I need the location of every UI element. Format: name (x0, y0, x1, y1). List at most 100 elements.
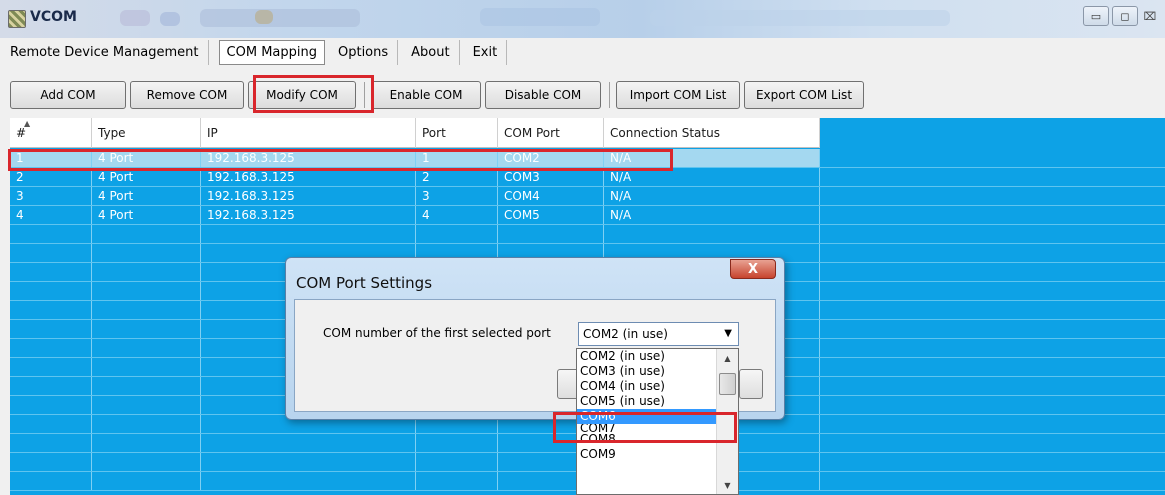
com-number-select[interactable]: COM2 (in use) ▼ (578, 322, 739, 346)
cell-connection-status: N/A (604, 168, 820, 186)
empty-cell (604, 225, 820, 243)
import-com-list-button[interactable]: Import COM List (616, 81, 740, 109)
empty-cell (416, 472, 498, 490)
empty-cell (10, 377, 92, 395)
title-bar: VCOM ▭ ◻ ⌧ (0, 0, 1165, 38)
com-number-label: COM number of the first selected port (323, 326, 551, 340)
menu-bar: Remote Device Management COM Mapping Opt… (0, 38, 511, 67)
cell-ip: 192.168.3.125 (201, 206, 416, 224)
empty-cell (820, 282, 1165, 300)
dropdown-option[interactable]: COM2 (in use) (577, 349, 716, 364)
cell-com-port: COM3 (498, 168, 604, 186)
table-row[interactable]: 4 4 Port 192.168.3.125 4 COM5 N/A (10, 206, 1165, 225)
sort-ascending-icon: ▲ (24, 119, 31, 128)
empty-cell (820, 396, 1165, 414)
modify-com-button[interactable]: Modify COM (248, 81, 356, 109)
table-row[interactable]: 3 4 Port 192.168.3.125 3 COM4 N/A (10, 187, 1165, 206)
cell-number: 4 (10, 206, 92, 224)
empty-cell (10, 282, 92, 300)
dropdown-option[interactable]: COM4 (in use) (577, 379, 716, 394)
empty-cell (201, 453, 416, 471)
column-header-ip[interactable]: IP (201, 118, 416, 148)
window-title: VCOM (30, 9, 77, 25)
empty-cell (820, 358, 1165, 376)
dropdown-option[interactable]: COM7 (577, 424, 716, 432)
enable-com-button[interactable]: Enable COM (371, 81, 481, 109)
empty-cell (10, 472, 92, 490)
empty-cell (820, 377, 1165, 395)
empty-cell (92, 415, 201, 433)
cell-com-port: COM5 (498, 206, 604, 224)
dialog-close-button[interactable]: X (730, 259, 776, 279)
empty-cell (92, 396, 201, 414)
empty-cell (820, 472, 1165, 490)
empty-cell (10, 415, 92, 433)
column-header-com-port[interactable]: COM Port (498, 118, 604, 148)
empty-cell (10, 225, 92, 243)
dialog-cancel-button[interactable] (739, 369, 763, 399)
app-icon (8, 10, 26, 28)
cell-type: 4 Port (92, 149, 201, 167)
empty-cell (92, 472, 201, 490)
empty-cell (10, 434, 92, 452)
empty-cell (10, 263, 92, 281)
cell-number: 2 (10, 168, 92, 186)
menu-about[interactable]: About (402, 40, 460, 65)
empty-cell (820, 434, 1165, 452)
cell-port: 1 (416, 149, 498, 167)
scroll-up-arrow-icon[interactable]: ▲ (717, 351, 738, 365)
column-header-connection-status[interactable]: Connection Status (604, 118, 820, 148)
add-com-button[interactable]: Add COM (10, 81, 126, 109)
dropdown-option[interactable]: COM9 (577, 447, 716, 462)
export-com-list-button[interactable]: Export COM List (744, 81, 864, 109)
table-row[interactable]: 2 4 Port 192.168.3.125 2 COM3 N/A (10, 168, 1165, 187)
empty-cell (10, 320, 92, 338)
minimize-button[interactable]: ▭ (1083, 6, 1109, 26)
chevron-down-icon: ▼ (724, 328, 732, 339)
scrollbar-thumb[interactable] (719, 373, 736, 395)
com-number-dropdown-list[interactable]: COM2 (in use) COM3 (in use) COM4 (in use… (576, 348, 739, 495)
empty-cell (92, 244, 201, 262)
remove-com-button[interactable]: Remove COM (130, 81, 244, 109)
menu-com-mapping[interactable]: COM Mapping (218, 40, 325, 65)
column-header-port[interactable]: Port (416, 118, 498, 148)
dropdown-option[interactable]: COM3 (in use) (577, 364, 716, 379)
dialog-title: COM Port Settings (296, 274, 433, 292)
dropdown-option[interactable]: COM5 (in use) (577, 394, 716, 409)
cell-number: 1 (10, 149, 92, 167)
empty-cell (201, 472, 416, 490)
table-row[interactable]: 1 4 Port 192.168.3.125 1 COM2 N/A (10, 149, 1165, 168)
empty-cell (92, 225, 201, 243)
dropdown-scrollbar[interactable]: ▲ ▼ (716, 349, 738, 494)
disable-com-button[interactable]: Disable COM (485, 81, 601, 109)
empty-cell (10, 396, 92, 414)
cell-type: 4 Port (92, 206, 201, 224)
column-header-number[interactable]: ▲ # (10, 118, 92, 148)
empty-cell (92, 282, 201, 300)
menu-remote-device-management[interactable]: Remote Device Management (8, 40, 209, 65)
empty-cell (820, 225, 1165, 243)
cell-filler (820, 149, 1165, 167)
toolbar: Add COM Remove COM Modify COM Enable COM… (10, 80, 868, 110)
column-header-type[interactable]: Type (92, 118, 201, 148)
empty-cell (820, 244, 1165, 262)
empty-cell (92, 301, 201, 319)
cell-filler (820, 168, 1165, 186)
table-header: ▲ # Type IP Port COM Port Connection Sta… (10, 118, 820, 148)
dropdown-option[interactable]: COM8 (577, 432, 716, 447)
scroll-down-arrow-icon[interactable]: ▼ (717, 478, 738, 492)
maximize-button[interactable]: ◻ (1112, 6, 1138, 26)
empty-cell (820, 453, 1165, 471)
cell-com-port: COM2 (498, 149, 604, 167)
close-window-button[interactable]: ⌧ (1141, 6, 1159, 26)
empty-cell (92, 434, 201, 452)
empty-cell (92, 377, 201, 395)
menu-exit[interactable]: Exit (464, 40, 508, 65)
dropdown-option-highlighted[interactable]: COM6 (577, 409, 716, 424)
cell-filler (820, 187, 1165, 205)
cell-connection-status: N/A (604, 149, 820, 167)
menu-options[interactable]: Options (329, 40, 399, 65)
cell-port: 4 (416, 206, 498, 224)
empty-cell (416, 434, 498, 452)
cell-type: 4 Port (92, 168, 201, 186)
